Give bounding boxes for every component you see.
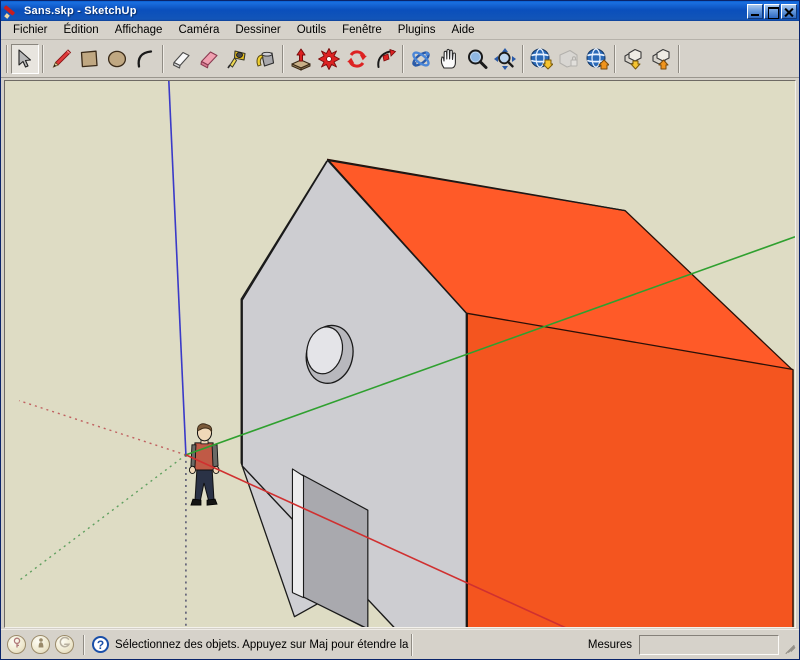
circle-icon [105, 47, 129, 71]
menu-item-edition[interactable]: Édition [56, 22, 107, 39]
get-models-button[interactable] [527, 44, 555, 74]
eraser-white-icon [169, 47, 193, 71]
menu-item-fenetre[interactable]: Fenêtre [334, 22, 390, 39]
window-title: Sans.skp - SketchUp [24, 5, 137, 17]
scale-figure-person[interactable] [188, 423, 220, 506]
pencil-icon [49, 47, 73, 71]
get-component-button[interactable] [619, 44, 647, 74]
tape-measure-icon [225, 47, 249, 71]
toolbar-separator [402, 44, 404, 73]
blue-axis-positive [168, 81, 187, 455]
eraser-pink-icon [197, 47, 221, 71]
tape-measure-tool[interactable] [223, 44, 251, 74]
toolbar-separator [522, 44, 524, 73]
status-bar: ? Sélectionnez des objets. Appuyez sur M… [1, 629, 799, 659]
arrow-cursor-icon [16, 48, 34, 69]
menu-item-fichier[interactable]: Fichier [5, 22, 56, 39]
menu-item-camera[interactable]: Caméra [170, 22, 227, 39]
toolbar-separator [162, 44, 164, 73]
move-icon [317, 47, 341, 71]
status-message: Sélectionnez des objets. Appuyez sur Maj… [115, 638, 409, 651]
main-toolbar [1, 40, 799, 78]
component-upload-orange-icon [649, 47, 673, 71]
pan-tool[interactable] [435, 44, 463, 74]
menu-bar: Fichier Édition Affichage Caméra Dessine… [1, 21, 799, 40]
eraser-tool[interactable] [167, 44, 195, 74]
key-icon [11, 636, 23, 654]
globe-download-icon [529, 47, 553, 71]
eraser-pink-tool[interactable] [195, 44, 223, 74]
house-model[interactable] [240, 158, 794, 628]
globe-upload-icon [585, 47, 609, 71]
rectangle-tool[interactable] [75, 44, 103, 74]
push-pull-icon [289, 47, 313, 71]
menu-item-affichage[interactable]: Affichage [107, 22, 171, 39]
status-separator [83, 634, 85, 655]
google-g-icon [58, 636, 71, 654]
share-component-button[interactable] [647, 44, 675, 74]
menu-item-plugins[interactable]: Plugins [390, 22, 444, 39]
line-tool[interactable] [47, 44, 75, 74]
door-reveal [291, 468, 305, 599]
push-pull-tool[interactable] [287, 44, 315, 74]
status-indicator-person[interactable] [31, 635, 50, 654]
status-indicator-google[interactable] [55, 635, 74, 654]
select-tool[interactable] [11, 43, 39, 74]
minimize-button[interactable] [747, 3, 763, 19]
magnifier-icon [465, 47, 489, 71]
zoom-extents-tool[interactable] [491, 44, 519, 74]
title-bar: Sans.skp - SketchUp [1, 1, 799, 21]
resize-grip[interactable] [783, 638, 797, 654]
share-model-icon [557, 47, 581, 71]
toolbar-separator [614, 44, 616, 73]
measures-input[interactable] [639, 634, 779, 655]
model-layer[interactable] [5, 81, 795, 628]
maximize-button[interactable] [764, 3, 780, 19]
orbit-tool[interactable] [407, 44, 435, 74]
follow-me-tool[interactable] [371, 44, 399, 74]
follow-me-icon [373, 47, 397, 71]
arc-icon [133, 47, 157, 71]
circle-tool[interactable] [103, 44, 131, 74]
menu-item-aide[interactable]: Aide [444, 22, 483, 39]
move-tool[interactable] [315, 44, 343, 74]
measures-label: Mesures [587, 638, 632, 651]
viewport-container[interactable] [4, 80, 796, 628]
share-model-button[interactable] [555, 44, 583, 74]
toolbar-separator [6, 44, 8, 73]
sketchup-main-window: Sans.skp - SketchUp Fichier Édition Affi… [0, 0, 800, 660]
hand-pan-icon [437, 47, 461, 71]
rectangle-icon [77, 47, 101, 71]
paint-bucket-icon [253, 47, 277, 71]
paint-bucket-tool[interactable] [251, 44, 279, 74]
component-download-icon [621, 47, 645, 71]
upload-model-button[interactable] [583, 44, 611, 74]
toolbar-separator [678, 44, 680, 73]
help-icon[interactable]: ? [92, 636, 109, 653]
person-icon [35, 636, 47, 654]
status-indicator-credentials[interactable] [7, 635, 26, 654]
right-side-wall[interactable] [465, 312, 794, 628]
close-button[interactable] [781, 3, 797, 19]
arc-tool[interactable] [131, 44, 159, 74]
status-divider [410, 633, 413, 656]
zoom-tool[interactable] [463, 44, 491, 74]
rotate-tool[interactable] [343, 44, 371, 74]
sketchup-pencil-icon [3, 3, 20, 19]
orbit-icon [409, 47, 433, 71]
zoom-extents-icon [493, 47, 517, 71]
rotate-icon [345, 47, 369, 71]
menu-item-dessiner[interactable]: Dessiner [227, 22, 288, 39]
toolbar-separator [282, 44, 284, 73]
toolbar-separator [42, 44, 44, 73]
menu-item-outils[interactable]: Outils [289, 22, 334, 39]
